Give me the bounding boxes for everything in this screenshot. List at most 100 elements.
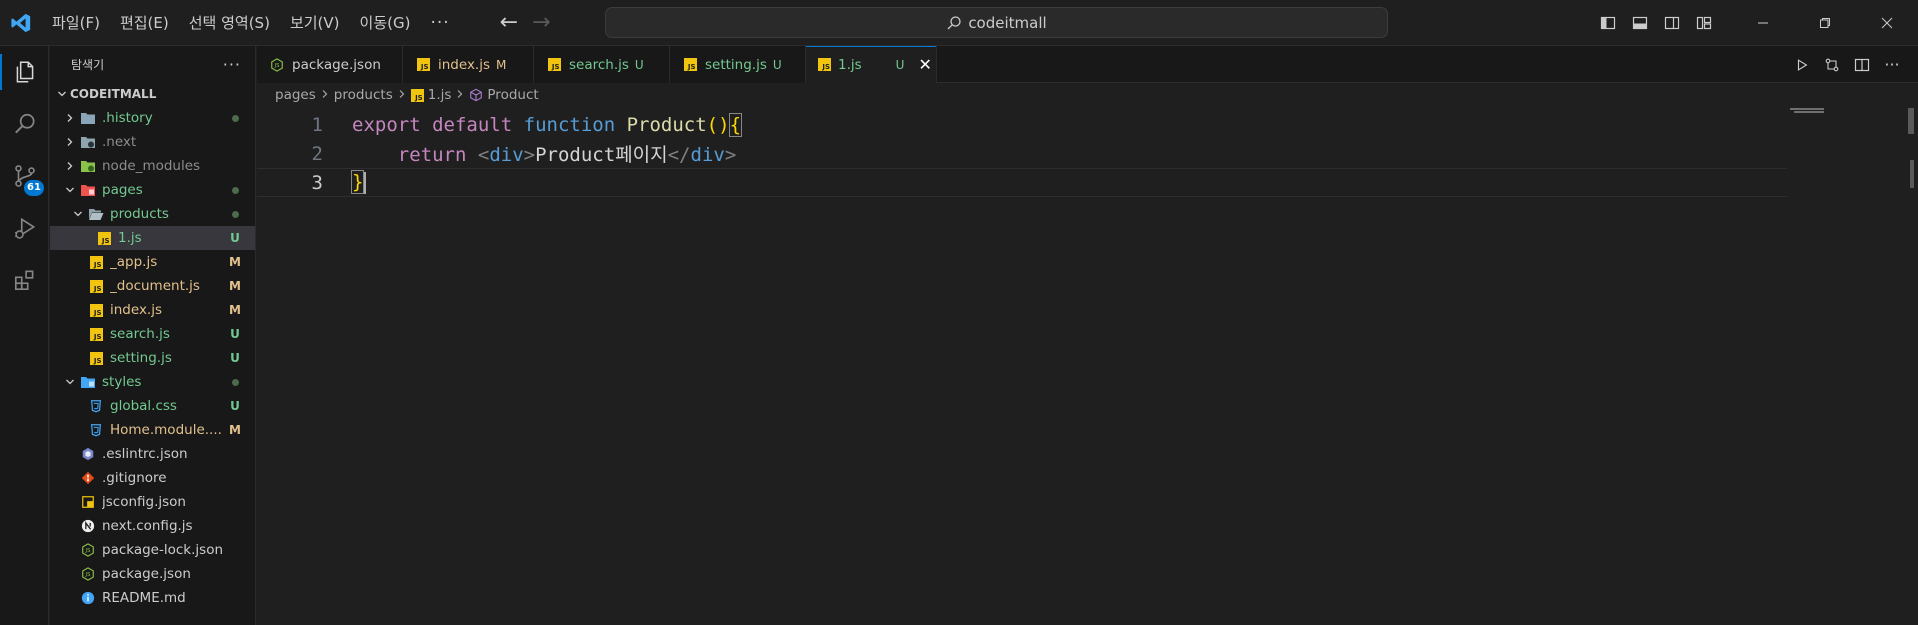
breadcrumb-products[interactable]: products — [334, 87, 393, 103]
js-file-icon: JS — [88, 326, 104, 342]
more-actions-icon[interactable]: ··· — [1878, 51, 1906, 79]
tree-file[interactable]: JS _app.js M — [50, 250, 255, 274]
minimize-icon[interactable] — [1732, 0, 1794, 46]
tree-file[interactable]: Home.module.... M — [50, 418, 255, 442]
forward-arrow-icon[interactable]: → — [532, 11, 550, 34]
tree-file[interactable]: JS package.json — [50, 562, 255, 586]
tree-file[interactable]: JS index.js M — [50, 298, 255, 322]
tree-item-label: next.config.js — [102, 518, 193, 534]
folder-open-icon — [88, 206, 104, 222]
restore-icon[interactable] — [1794, 0, 1856, 46]
tree-file[interactable]: JS _document.js M — [50, 274, 255, 298]
menu-bar: 파일(F) 편집(E) 선택 영역(S) 보기(V) 이동(G) ··· — [42, 0, 460, 46]
command-center[interactable]: codeitmall — [605, 7, 1388, 38]
toggle-secondary-sidebar-icon[interactable] — [1656, 8, 1688, 38]
tree-file[interactable]: JS setting.js U — [50, 346, 255, 370]
close-window-icon[interactable] — [1856, 0, 1918, 46]
editor-tab[interactable]: JS search.js U — [534, 46, 670, 83]
workspace-folder-title[interactable]: CODEITMALL — [50, 82, 255, 106]
tree-folder[interactable]: node_modules — [50, 154, 255, 178]
editor-tab-bar: JS package.json JS index.js M JS search.js U JS s… — [257, 46, 1918, 83]
toggle-panel-icon[interactable] — [1624, 8, 1656, 38]
js-file-icon: JS — [818, 57, 831, 73]
code-line: 1 export default function Product(){ — [257, 110, 1787, 139]
menu-edit[interactable]: 편집(E) — [110, 8, 179, 38]
tree-file[interactable]: .gitignore — [50, 466, 255, 490]
tree-file[interactable]: jsconfig.json — [50, 490, 255, 514]
open-changes-icon[interactable] — [1818, 51, 1846, 79]
eslint-file-icon — [80, 446, 96, 462]
breadcrumb-symbol[interactable]: Product — [487, 87, 538, 103]
js-file-icon: JS — [546, 57, 562, 73]
token-tag-name: div — [489, 144, 524, 166]
tree-item-label: package-lock.json — [102, 542, 223, 558]
tree-file[interactable]: JS package-lock.json — [50, 538, 255, 562]
tree-file[interactable]: next.config.js — [50, 514, 255, 538]
scrollbar-thumb[interactable] — [1908, 108, 1914, 134]
source-control-icon[interactable]: 61 — [0, 150, 49, 202]
svg-text:JS: JS — [85, 572, 92, 578]
git-status-badge: M — [229, 255, 241, 269]
search-icon[interactable] — [0, 98, 49, 150]
vertical-scrollbar[interactable] — [1903, 108, 1918, 625]
text-cursor — [364, 171, 367, 194]
tree-file[interactable]: global.css U — [50, 394, 255, 418]
tree-folder[interactable]: .next — [50, 130, 255, 154]
menu-file[interactable]: 파일(F) — [42, 8, 110, 38]
tree-item-label: _app.js — [110, 254, 158, 270]
token-tag-name: div — [690, 144, 725, 166]
toggle-primary-sidebar-icon[interactable] — [1592, 8, 1624, 38]
minimap[interactable] — [1790, 108, 1830, 118]
sidebar-title: 탐색기 — [71, 57, 105, 72]
git-status-dot — [223, 111, 247, 125]
tree-folder[interactable]: .history — [50, 106, 255, 130]
title-bar: 파일(F) 편집(E) 선택 영역(S) 보기(V) 이동(G) ··· ← →… — [0, 0, 1918, 46]
tree-item-label: Home.module.... — [110, 422, 222, 438]
token-keyword: default — [432, 113, 513, 136]
editor-tab[interactable]: JS package.json — [257, 46, 403, 83]
tab-label: 1.js — [838, 56, 862, 73]
tree-folder[interactable]: products — [50, 202, 255, 226]
run-debug-icon[interactable] — [0, 202, 49, 254]
sidebar-more-icon[interactable]: ··· — [223, 55, 241, 74]
breadcrumb-file[interactable]: 1.js — [428, 87, 452, 103]
minimap-line — [1794, 111, 1824, 113]
back-arrow-icon[interactable]: ← — [500, 11, 518, 34]
editor-tab[interactable]: JS index.js M — [403, 46, 534, 83]
tree-item-label: pages — [102, 182, 143, 198]
tree-item-label: package.json — [102, 566, 191, 582]
editor-tab[interactable]: JS setting.js U — [670, 46, 806, 83]
tree-folder[interactable]: styles — [50, 370, 255, 394]
tree-file[interactable]: README.md — [50, 586, 255, 610]
customize-layout-icon[interactable] — [1688, 8, 1720, 38]
explorer-sidebar: 탐색기 ··· CODEITMALL .history .next node_mod… — [50, 46, 256, 625]
chevron-right-icon — [62, 161, 78, 171]
css-file-icon — [88, 398, 104, 414]
run-file-icon[interactable] — [1788, 51, 1816, 79]
code-editor[interactable]: 1 export default function Product(){ 2 r… — [257, 108, 1918, 625]
chevron-right-icon — [62, 113, 78, 123]
menu-more-icon[interactable]: ··· — [420, 8, 459, 38]
explorer-icon[interactable] — [0, 46, 49, 98]
line-number: 2 — [311, 142, 323, 165]
tree-file[interactable]: JS search.js U — [50, 322, 255, 346]
tree-file[interactable]: JS 1.js U — [50, 226, 255, 250]
tree-file[interactable]: .eslintrc.json — [50, 442, 255, 466]
breadcrumb-pages[interactable]: pages — [275, 87, 316, 103]
token-open-brace: { — [728, 112, 743, 137]
menu-go[interactable]: 이동(G) — [350, 8, 421, 38]
tab-close-icon[interactable]: ✕ — [918, 55, 931, 74]
js-file-icon: JS — [410, 88, 424, 102]
tree-item-label: .eslintrc.json — [102, 446, 188, 462]
node-folder-icon — [80, 158, 96, 174]
code-text: } — [350, 170, 367, 195]
git-status-badge: M — [229, 279, 241, 293]
line-number: 3 — [311, 171, 323, 194]
node-file-icon: JS — [80, 542, 96, 558]
extensions-icon[interactable] — [0, 254, 49, 306]
split-editor-icon[interactable] — [1848, 51, 1876, 79]
menu-selection[interactable]: 선택 영역(S) — [179, 8, 280, 38]
editor-tab[interactable]: JS 1.js U ✕ — [806, 46, 937, 83]
tree-folder[interactable]: pages — [50, 178, 255, 202]
menu-view[interactable]: 보기(V) — [280, 8, 350, 38]
